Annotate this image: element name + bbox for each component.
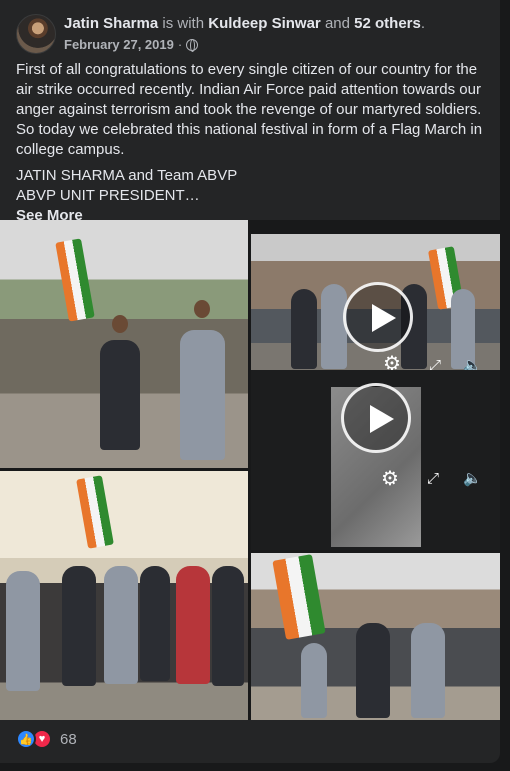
person-figure (104, 566, 138, 684)
expand-icon[interactable]: ⤢ (427, 468, 439, 490)
person-head (112, 315, 128, 333)
and-text: and (324, 15, 350, 32)
meta-separator: · (177, 37, 183, 52)
flag-image (76, 475, 114, 549)
truncated-text: ABVP UNIT PRESIDENT… (16, 187, 200, 204)
photo-1[interactable] (0, 220, 248, 468)
media-grid: ⚙ ⤢ 🔈 ⚙ ⤢ 🔈 (0, 220, 500, 720)
paragraph-line: So today we celebrated this national fes… (16, 121, 483, 138)
person-figure (411, 623, 445, 718)
post-date-link[interactable]: February 27, 2019 (64, 36, 174, 54)
flag-image (55, 238, 95, 322)
photo-3[interactable] (251, 553, 500, 720)
author-name-link[interactable]: Jatin Sharma (64, 15, 158, 32)
play-icon[interactable] (343, 282, 413, 352)
video-1-thumbnail[interactable]: ⚙ ⤢ 🔈 (251, 234, 500, 370)
person-head (194, 300, 210, 318)
person-figure (301, 643, 327, 718)
person-figure (140, 566, 170, 681)
others-link[interactable]: 52 others (354, 15, 421, 32)
video-2-thumbnail[interactable]: ⚙ ⤢ 🔈 (251, 370, 500, 550)
tagged-friend-link[interactable]: Kuldeep Sinwar (208, 15, 321, 32)
mute-icon[interactable]: 🔈 (463, 355, 482, 370)
person-figure (62, 566, 96, 686)
person-figure (176, 566, 210, 684)
paragraph-line: First of all congratulations to every si… (16, 61, 478, 78)
person-figure (212, 566, 244, 686)
post-header: Jatin Sharma is with Kuldeep Sinwar and … (16, 14, 486, 56)
flag-image (272, 554, 326, 640)
paragraph-line: anger against terrorism and took the rev… (16, 101, 482, 118)
paragraph-line: JATIN SHARMA and Team ABVP (16, 167, 238, 184)
like-icon[interactable]: 👍 (16, 729, 36, 749)
person-figure (180, 330, 225, 460)
person-figure (100, 340, 140, 450)
person-figure (291, 289, 317, 369)
reactions-bar[interactable]: 👍 ♥ 68 (16, 728, 77, 750)
photo-2[interactable] (0, 471, 248, 720)
play-icon[interactable] (341, 383, 411, 453)
period: . (420, 15, 426, 32)
post-meta: February 27, 2019 · (64, 36, 199, 54)
post-text: First of all congratulations to every si… (16, 60, 486, 232)
author-line: Jatin Sharma is with Kuldeep Sinwar and … (64, 14, 425, 34)
person-figure (356, 623, 390, 718)
post-card: Jatin Sharma is with Kuldeep Sinwar and … (0, 0, 500, 763)
post-paragraph-2: JATIN SHARMA and Team ABVP ABVP UNIT PRE… (16, 166, 486, 226)
paragraph-line: air strike occurred recently. Indian Air… (16, 81, 481, 98)
globe-icon[interactable] (186, 39, 199, 52)
author-avatar[interactable] (16, 14, 56, 54)
mute-icon[interactable]: 🔈 (463, 468, 482, 490)
person-figure (321, 284, 347, 369)
person-figure (6, 571, 40, 691)
with-text: is with (162, 15, 205, 32)
post-paragraph-1: First of all congratulations to every si… (16, 60, 486, 160)
reaction-count[interactable]: 68 (60, 731, 77, 748)
gear-icon[interactable]: ⚙ (383, 353, 401, 370)
paragraph-line: college campus. (16, 141, 125, 158)
expand-icon[interactable]: ⤢ (429, 355, 441, 370)
gear-icon[interactable]: ⚙ (381, 468, 399, 490)
